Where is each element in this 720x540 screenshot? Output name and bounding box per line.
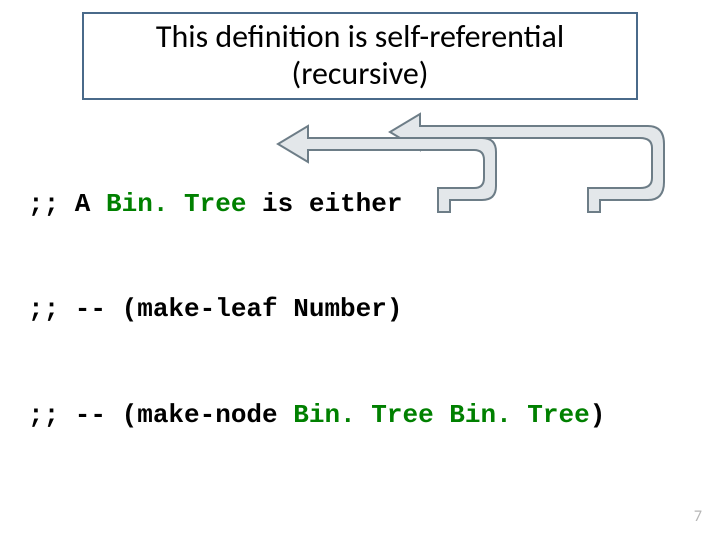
slide-title: This definition is self-referential (rec…: [94, 19, 626, 93]
page-number: 7: [694, 507, 702, 526]
code-l3-suffix: ): [590, 400, 606, 430]
code-line-1: ;; A Bin. Tree is either: [28, 187, 605, 222]
title-box: This definition is self-referential (rec…: [82, 12, 638, 100]
code-line-2: ;; -- (make-leaf Number): [28, 292, 605, 327]
code-l3-prefix: ;; -- (make-node: [28, 400, 293, 430]
bintree-ref-1: Bin. Tree: [293, 400, 433, 430]
code-line-3: ;; -- (make-node Bin. Tree Bin. Tree): [28, 398, 605, 433]
code-l1-prefix: ;; A: [28, 189, 106, 219]
code-l1-suffix: is either: [246, 189, 402, 219]
code-block: ;; A Bin. Tree is either ;; -- (make-lea…: [28, 117, 605, 468]
bintree-def: Bin. Tree: [106, 189, 246, 219]
bintree-ref-2: Bin. Tree: [449, 400, 589, 430]
code-l3-sep: [434, 400, 450, 430]
